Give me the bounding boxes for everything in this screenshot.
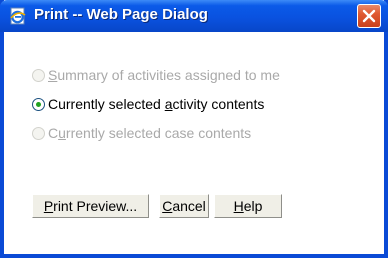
option-selected-case-contents[interactable]: Currently selected case contents — [32, 123, 352, 143]
help-button[interactable]: Help — [214, 194, 282, 218]
dialog-title: Print -- Web Page Dialog — [34, 6, 208, 23]
close-button[interactable] — [357, 4, 381, 28]
radio-button-selected[interactable] — [32, 97, 45, 111]
print-preview-button[interactable]: Print Preview... — [32, 194, 149, 218]
cancel-button[interactable]: Cancel — [159, 194, 209, 218]
option-label: Currently selected case contents — [48, 125, 252, 141]
option-label: Currently selected activity contents — [48, 96, 265, 112]
option-selected-activity-contents[interactable]: Currently selected activity contents — [32, 94, 352, 114]
radio-button[interactable] — [32, 68, 45, 82]
title-bar[interactable]: Print -- Web Page Dialog — [0, 0, 388, 32]
close-x-icon — [362, 9, 376, 23]
option-label: Summary of activities assigned to me — [48, 67, 280, 83]
option-summary-activities[interactable]: Summary of activities assigned to me — [32, 65, 352, 85]
radio-button[interactable] — [32, 126, 45, 140]
ie-page-icon — [8, 6, 28, 26]
